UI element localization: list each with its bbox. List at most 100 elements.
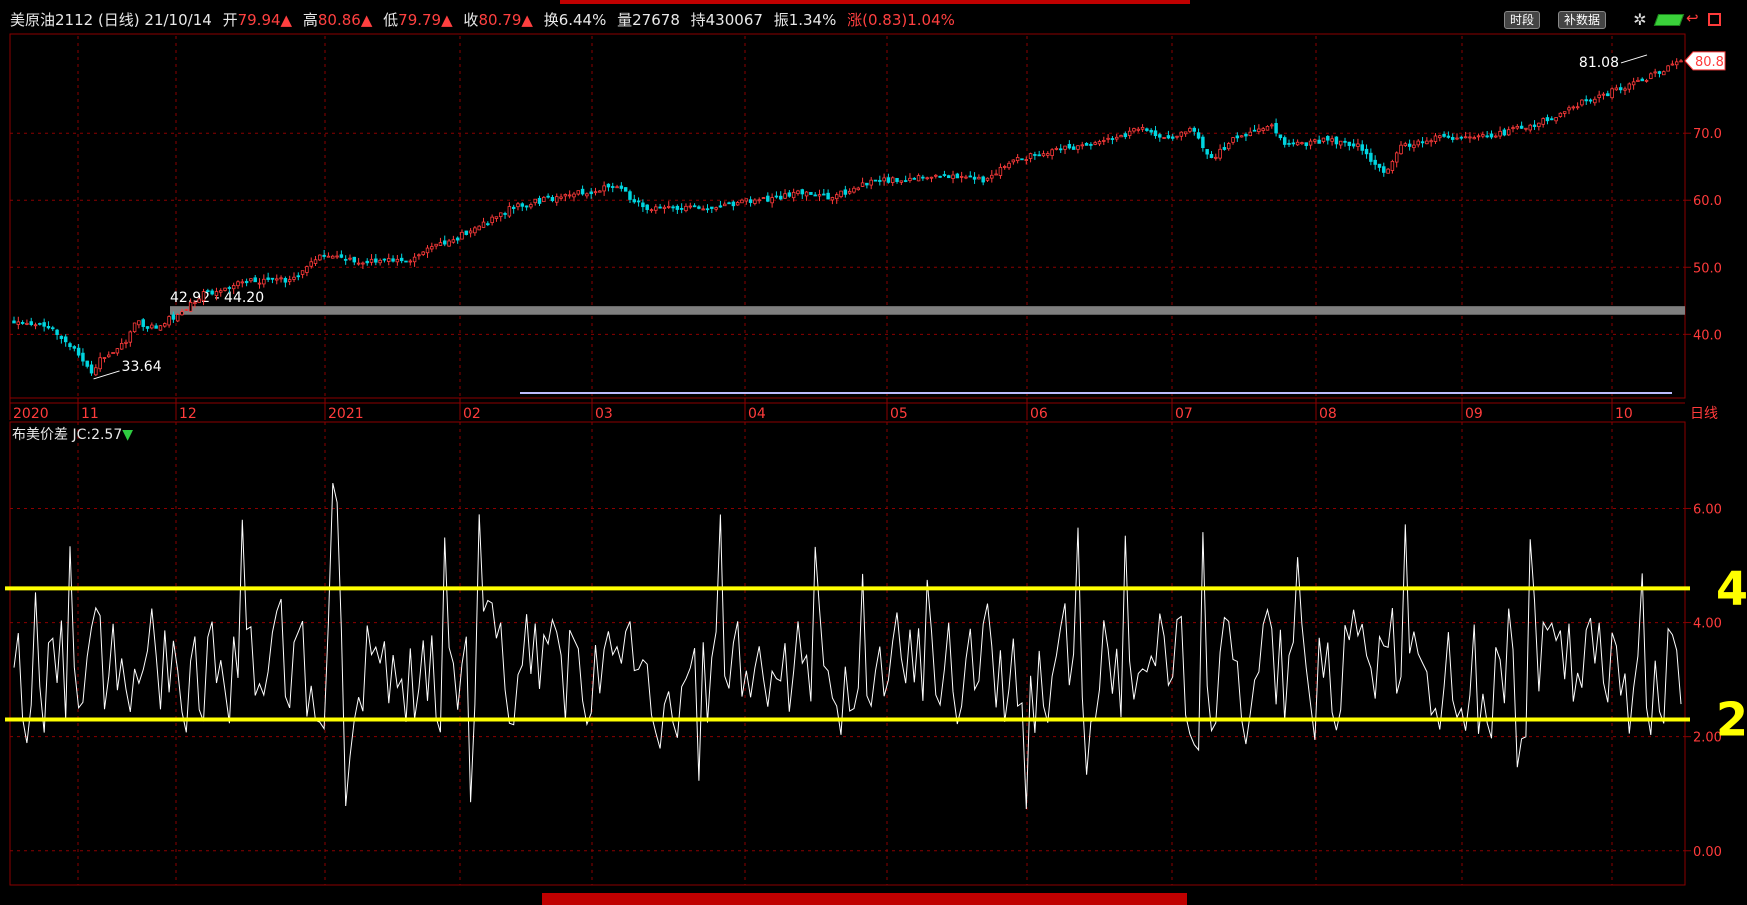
- indicator-y-tick-label: 0.00: [1693, 845, 1722, 860]
- candle-down: [912, 177, 917, 180]
- candle-down: [524, 205, 529, 208]
- candle-down: [1502, 129, 1507, 136]
- candle-up: [279, 277, 283, 280]
- candle-down: [1153, 130, 1158, 137]
- candle-up: [1524, 127, 1528, 130]
- candle-up: [770, 197, 774, 204]
- candle-up: [744, 198, 749, 202]
- candle-down: [1326, 135, 1330, 141]
- candle-down: [675, 205, 680, 210]
- candle-down: [1274, 123, 1278, 134]
- candle-down: [1606, 93, 1610, 97]
- candle-up: [615, 186, 619, 189]
- candle-up: [137, 320, 141, 326]
- period-button[interactable]: 时段: [1504, 11, 1541, 29]
- main-y-tick-label: 70.0: [1693, 127, 1722, 142]
- candle-down: [611, 186, 615, 188]
- candle-down: [1446, 135, 1451, 138]
- candle-up: [1511, 127, 1515, 130]
- candle-up: [481, 221, 486, 228]
- supplement-data-button[interactable]: 补数据: [1558, 11, 1607, 29]
- candle-up: [817, 194, 822, 197]
- candle-down: [895, 177, 899, 182]
- candle-down: [1442, 133, 1446, 137]
- candle-up: [559, 196, 563, 199]
- candle-down: [843, 189, 848, 195]
- candle-up: [890, 177, 895, 183]
- candle-down: [266, 277, 270, 280]
- candle-up: [1666, 65, 1670, 72]
- candle-up: [585, 193, 589, 197]
- candle-up: [916, 175, 921, 182]
- threshold-label: 2: [1716, 693, 1747, 747]
- candle-down: [800, 189, 805, 195]
- candle-down: [1058, 148, 1063, 151]
- candle-down: [697, 206, 701, 209]
- high-value: 80.86▲: [317, 11, 373, 29]
- candle-up: [1179, 131, 1184, 137]
- candle-up: [33, 324, 38, 327]
- candle-up: [1670, 63, 1675, 66]
- candle-up: [1636, 79, 1640, 82]
- candle-up: [287, 279, 292, 283]
- candle-up: [128, 331, 133, 343]
- candle-down: [1360, 144, 1364, 151]
- candle-up: [1614, 87, 1619, 91]
- candle-up: [1183, 131, 1188, 135]
- candle-up: [395, 258, 400, 263]
- candle-up: [223, 287, 227, 291]
- candle-down: [1145, 128, 1149, 131]
- candle-up: [1300, 142, 1304, 145]
- candle-down: [731, 201, 736, 207]
- candle-down: [296, 275, 301, 278]
- candle-up: [1623, 88, 1627, 91]
- candle-down: [59, 335, 64, 339]
- candle-up: [1007, 162, 1011, 169]
- month-label: 2021: [328, 406, 364, 422]
- candle-down: [1205, 149, 1209, 155]
- indicator-y-tick-label: 4.00: [1693, 617, 1722, 632]
- candle-up: [1399, 144, 1403, 155]
- candle-down: [873, 179, 878, 182]
- candle-up: [783, 193, 787, 199]
- candle-up: [533, 198, 537, 204]
- plugin-icon[interactable]: [1653, 14, 1685, 26]
- candle-up: [292, 276, 296, 280]
- candle-up: [1257, 128, 1261, 133]
- candle-up: [1015, 157, 1020, 162]
- low-price-label: 33.64: [122, 359, 162, 375]
- candle-down: [171, 314, 176, 320]
- candle-up: [425, 247, 430, 254]
- candle-up: [1558, 112, 1563, 117]
- candle-up: [214, 291, 219, 296]
- candle-up: [1662, 71, 1666, 76]
- candle-down: [1382, 166, 1386, 173]
- month-label: 03: [595, 406, 613, 422]
- candle-down: [968, 175, 973, 178]
- candle-up: [249, 278, 253, 282]
- candle-down: [89, 364, 94, 374]
- candle-down: [981, 176, 985, 183]
- candle-down: [486, 223, 490, 226]
- candle-up: [830, 197, 835, 201]
- candle-down: [619, 185, 624, 189]
- back-icon[interactable]: ↩: [1686, 9, 1699, 27]
- candle-up: [1472, 137, 1476, 140]
- high-pointer-line: [1620, 54, 1648, 64]
- chart-canvas[interactable]: 70.060.050.040.06.004.002.000.002020 11 12…: [0, 0, 1747, 905]
- period-label: 日线: [1690, 406, 1718, 422]
- candle-up: [1218, 148, 1222, 159]
- candle-up: [1416, 140, 1420, 146]
- settings-icon[interactable]: ✲: [1631, 11, 1649, 29]
- candle-up: [1041, 153, 1046, 157]
- candle-down: [748, 199, 753, 203]
- candle-down: [20, 322, 25, 324]
- restore-window-icon[interactable]: [1708, 13, 1721, 26]
- candle-down: [1588, 99, 1593, 102]
- month-label: 08: [1319, 406, 1337, 422]
- candle-up: [1541, 118, 1545, 125]
- candle-down: [85, 360, 89, 367]
- candle-up: [959, 176, 964, 178]
- candle-up: [477, 225, 481, 231]
- candle-down: [705, 208, 710, 211]
